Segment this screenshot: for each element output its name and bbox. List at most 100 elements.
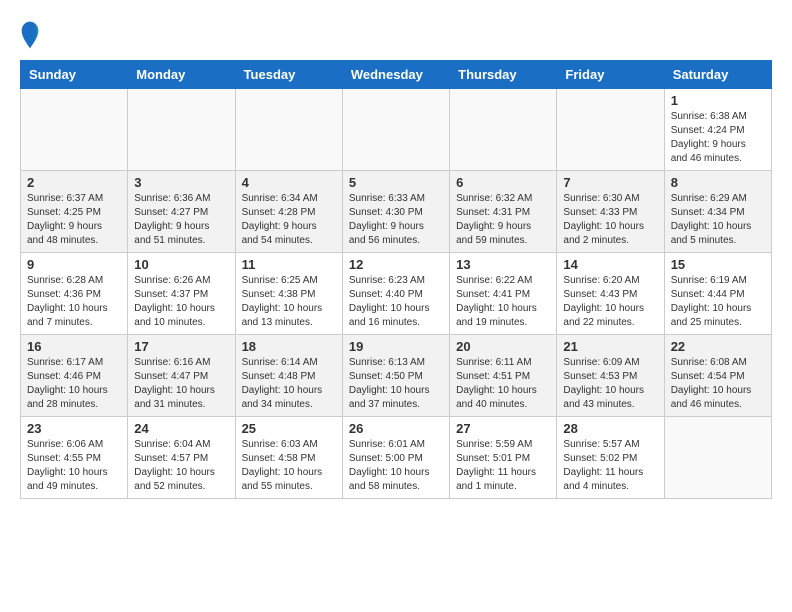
week-row-4: 16 Sunrise: 6:17 AM Sunset: 4:46 PM Dayli… [21,335,772,417]
calendar-cell: 6 Sunrise: 6:32 AM Sunset: 4:31 PM Daylig… [450,171,557,253]
day-number: 26 [349,421,443,436]
day-info: Sunrise: 6:33 AM Sunset: 4:30 PM Dayligh… [349,192,443,248]
weekday-header-friday: Friday [557,61,664,89]
week-row-3: 9 Sunrise: 6:28 AM Sunset: 4:36 PM Daylig… [21,253,772,335]
calendar-cell: 5 Sunrise: 6:33 AM Sunset: 4:30 PM Daylig… [342,171,449,253]
calendar-cell: 10 Sunrise: 6:26 AM Sunset: 4:37 PM Dayli… [128,253,235,335]
day-number: 5 [349,175,443,190]
weekday-header-tuesday: Tuesday [235,61,342,89]
calendar-cell: 26 Sunrise: 6:01 AM Sunset: 5:00 PM Dayli… [342,417,449,499]
day-info: Sunrise: 6:14 AM Sunset: 4:48 PM Dayligh… [242,356,336,412]
day-number: 14 [563,257,657,272]
day-number: 17 [134,339,228,354]
calendar-cell: 13 Sunrise: 6:22 AM Sunset: 4:41 PM Dayli… [450,253,557,335]
calendar-cell: 21 Sunrise: 6:09 AM Sunset: 4:53 PM Dayli… [557,335,664,417]
day-info: Sunrise: 6:28 AM Sunset: 4:36 PM Dayligh… [27,274,121,330]
day-info: Sunrise: 6:11 AM Sunset: 4:51 PM Dayligh… [456,356,550,412]
calendar-cell: 22Sunrise: 6:08 AM Sunset: 4:54 PM Dayli… [664,335,771,417]
day-number: 10 [134,257,228,272]
day-number: 23 [27,421,121,436]
day-info: Sunrise: 6:30 AM Sunset: 4:33 PM Dayligh… [563,192,657,248]
day-number: 25 [242,421,336,436]
day-number: 24 [134,421,228,436]
page-header [20,20,772,50]
calendar-cell: 11 Sunrise: 6:25 AM Sunset: 4:38 PM Dayli… [235,253,342,335]
weekday-header-monday: Monday [128,61,235,89]
calendar-cell [128,89,235,171]
calendar-cell: 19 Sunrise: 6:13 AM Sunset: 4:50 PM Dayli… [342,335,449,417]
calendar-cell: 7 Sunrise: 6:30 AM Sunset: 4:33 PM Daylig… [557,171,664,253]
day-number: 27 [456,421,550,436]
day-info: Sunrise: 6:23 AM Sunset: 4:40 PM Dayligh… [349,274,443,330]
calendar-cell: 20 Sunrise: 6:11 AM Sunset: 4:51 PM Dayli… [450,335,557,417]
weekday-header-sunday: Sunday [21,61,128,89]
day-info: Sunrise: 6:19 AM Sunset: 4:44 PM Dayligh… [671,274,765,330]
calendar-cell: 12 Sunrise: 6:23 AM Sunset: 4:40 PM Dayli… [342,253,449,335]
weekday-header-row: SundayMondayTuesdayWednesdayThursdayFrid… [21,61,772,89]
day-number: 13 [456,257,550,272]
day-number: 3 [134,175,228,190]
day-info: Sunrise: 6:01 AM Sunset: 5:00 PM Dayligh… [349,438,443,494]
day-info: Sunrise: 6:08 AM Sunset: 4:54 PM Dayligh… [671,356,765,412]
calendar-cell: 28 Sunrise: 5:57 AM Sunset: 5:02 PM Dayli… [557,417,664,499]
day-info: Sunrise: 6:20 AM Sunset: 4:43 PM Dayligh… [563,274,657,330]
weekday-header-saturday: Saturday [664,61,771,89]
calendar-cell: 4 Sunrise: 6:34 AM Sunset: 4:28 PM Daylig… [235,171,342,253]
day-info: Sunrise: 6:03 AM Sunset: 4:58 PM Dayligh… [242,438,336,494]
day-number: 16 [27,339,121,354]
day-info: Sunrise: 6:22 AM Sunset: 4:41 PM Dayligh… [456,274,550,330]
week-row-5: 23 Sunrise: 6:06 AM Sunset: 4:55 PM Dayli… [21,417,772,499]
calendar-cell [664,417,771,499]
day-number: 6 [456,175,550,190]
day-number: 2 [27,175,121,190]
day-number: 19 [349,339,443,354]
day-info: Sunrise: 6:29 AM Sunset: 4:34 PM Dayligh… [671,192,765,248]
calendar-cell: 18 Sunrise: 6:14 AM Sunset: 4:48 PM Dayli… [235,335,342,417]
day-info: Sunrise: 6:32 AM Sunset: 4:31 PM Dayligh… [456,192,550,248]
day-info: Sunrise: 6:09 AM Sunset: 4:53 PM Dayligh… [563,356,657,412]
calendar-cell: 23 Sunrise: 6:06 AM Sunset: 4:55 PM Dayli… [21,417,128,499]
logo [20,20,44,50]
logo-icon [20,20,40,50]
day-number: 1 [671,93,765,108]
calendar-cell: 24Sunrise: 6:04 AM Sunset: 4:57 PM Dayli… [128,417,235,499]
day-info: Sunrise: 5:59 AM Sunset: 5:01 PM Dayligh… [456,438,550,494]
day-info: Sunrise: 6:25 AM Sunset: 4:38 PM Dayligh… [242,274,336,330]
calendar-cell [21,89,128,171]
day-info: Sunrise: 6:37 AM Sunset: 4:25 PM Dayligh… [27,192,121,248]
day-number: 11 [242,257,336,272]
day-number: 18 [242,339,336,354]
day-info: Sunrise: 5:57 AM Sunset: 5:02 PM Dayligh… [563,438,657,494]
day-number: 4 [242,175,336,190]
calendar-cell: 3Sunrise: 6:36 AM Sunset: 4:27 PM Daylig… [128,171,235,253]
day-info: Sunrise: 6:26 AM Sunset: 4:37 PM Dayligh… [134,274,228,330]
day-number: 12 [349,257,443,272]
week-row-2: 2 Sunrise: 6:37 AM Sunset: 4:25 PM Daylig… [21,171,772,253]
calendar-cell: 8 Sunrise: 6:29 AM Sunset: 4:34 PM Daylig… [664,171,771,253]
day-number: 8 [671,175,765,190]
week-row-1: 1 Sunrise: 6:38 AM Sunset: 4:24 PM Daylig… [21,89,772,171]
day-info: Sunrise: 6:17 AM Sunset: 4:46 PM Dayligh… [27,356,121,412]
day-info: Sunrise: 6:34 AM Sunset: 4:28 PM Dayligh… [242,192,336,248]
calendar-cell: 17 Sunrise: 6:16 AM Sunset: 4:47 PM Dayli… [128,335,235,417]
day-info: Sunrise: 6:38 AM Sunset: 4:24 PM Dayligh… [671,110,765,166]
calendar-cell: 14 Sunrise: 6:20 AM Sunset: 4:43 PM Dayli… [557,253,664,335]
calendar-cell: 2 Sunrise: 6:37 AM Sunset: 4:25 PM Daylig… [21,171,128,253]
calendar-cell: 16 Sunrise: 6:17 AM Sunset: 4:46 PM Dayli… [21,335,128,417]
day-number: 9 [27,257,121,272]
calendar-cell: 27 Sunrise: 5:59 AM Sunset: 5:01 PM Dayli… [450,417,557,499]
calendar-cell [342,89,449,171]
day-number: 15 [671,257,765,272]
calendar-cell: 15 Sunrise: 6:19 AM Sunset: 4:44 PM Dayli… [664,253,771,335]
day-number: 28 [563,421,657,436]
weekday-header-wednesday: Wednesday [342,61,449,89]
day-number: 20 [456,339,550,354]
weekday-header-thursday: Thursday [450,61,557,89]
day-info: Sunrise: 6:13 AM Sunset: 4:50 PM Dayligh… [349,356,443,412]
day-info: Sunrise: 6:16 AM Sunset: 4:47 PM Dayligh… [134,356,228,412]
calendar-cell: 25 Sunrise: 6:03 AM Sunset: 4:58 PM Dayli… [235,417,342,499]
day-number: 21 [563,339,657,354]
calendar-cell [557,89,664,171]
day-number: 7 [563,175,657,190]
day-info: Sunrise: 6:06 AM Sunset: 4:55 PM Dayligh… [27,438,121,494]
